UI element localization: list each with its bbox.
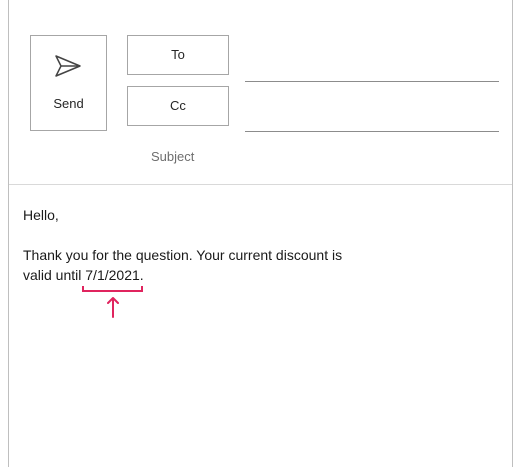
date-bracket xyxy=(82,286,143,292)
body-line-1: Thank you for the question. Your current… xyxy=(23,247,343,263)
body-line-2-prefix: valid until xyxy=(23,267,86,283)
cc-button[interactable]: Cc xyxy=(127,86,229,126)
send-button[interactable]: Send xyxy=(30,35,107,131)
subject-label[interactable]: Subject xyxy=(151,149,194,164)
cc-field[interactable] xyxy=(245,112,499,132)
body-line-2-suffix: . xyxy=(139,267,144,283)
to-button[interactable]: To xyxy=(127,35,229,75)
email-compose-window: Send To Cc Subject Hello, Thank you for … xyxy=(8,0,513,467)
to-field[interactable] xyxy=(245,62,499,82)
send-icon xyxy=(55,55,81,77)
highlighted-date-wrap: 7/1/2021 xyxy=(82,265,143,318)
greeting-text: Hello, xyxy=(23,207,59,223)
arrow-up-icon xyxy=(106,297,119,318)
send-label: Send xyxy=(53,96,84,111)
compose-header: Send To Cc Subject xyxy=(9,0,512,185)
message-body[interactable]: Hello, Thank you for the question. Your … xyxy=(23,205,500,318)
body-line-2: valid until 7/1/2021 . xyxy=(23,265,500,318)
highlighted-date: 7/1/2021 xyxy=(85,267,140,283)
